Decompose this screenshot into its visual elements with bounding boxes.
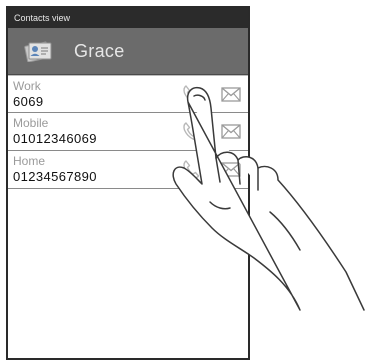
row-value: 6069 <box>13 94 44 109</box>
envelope-icon[interactable] <box>220 158 242 180</box>
row-label: Work <box>13 79 41 93</box>
contact-row-home[interactable]: Home 01234567890 <box>8 151 248 189</box>
contact-row-work[interactable]: Work 6069 <box>8 75 248 113</box>
row-value: 01012346069 <box>13 131 97 146</box>
row-label: Mobile <box>13 116 49 130</box>
contact-row-mobile[interactable]: Mobile 01012346069 <box>8 113 248 151</box>
row-value: 01234567890 <box>13 169 97 184</box>
contact-detail-list: Work 6069 Mobile 01012346069 Home 012345… <box>8 75 248 189</box>
contact-name: Grace <box>74 40 125 61</box>
envelope-icon[interactable] <box>220 120 242 142</box>
envelope-icon[interactable] <box>220 83 242 105</box>
phone-handset-icon[interactable] <box>180 83 202 105</box>
contact-card-icon <box>24 41 52 62</box>
status-bar-title: Contacts view <box>14 13 71 23</box>
phone-handset-icon[interactable] <box>180 120 202 142</box>
contact-header: Grace <box>8 28 248 75</box>
phone-handset-icon[interactable] <box>180 158 202 180</box>
row-label: Home <box>13 154 46 168</box>
stage: Contacts view Grace Work 6069 Mobile 010… <box>0 0 366 362</box>
status-bar: Contacts view <box>8 8 248 28</box>
phone-screen: Contacts view Grace Work 6069 Mobile 010… <box>6 6 250 360</box>
